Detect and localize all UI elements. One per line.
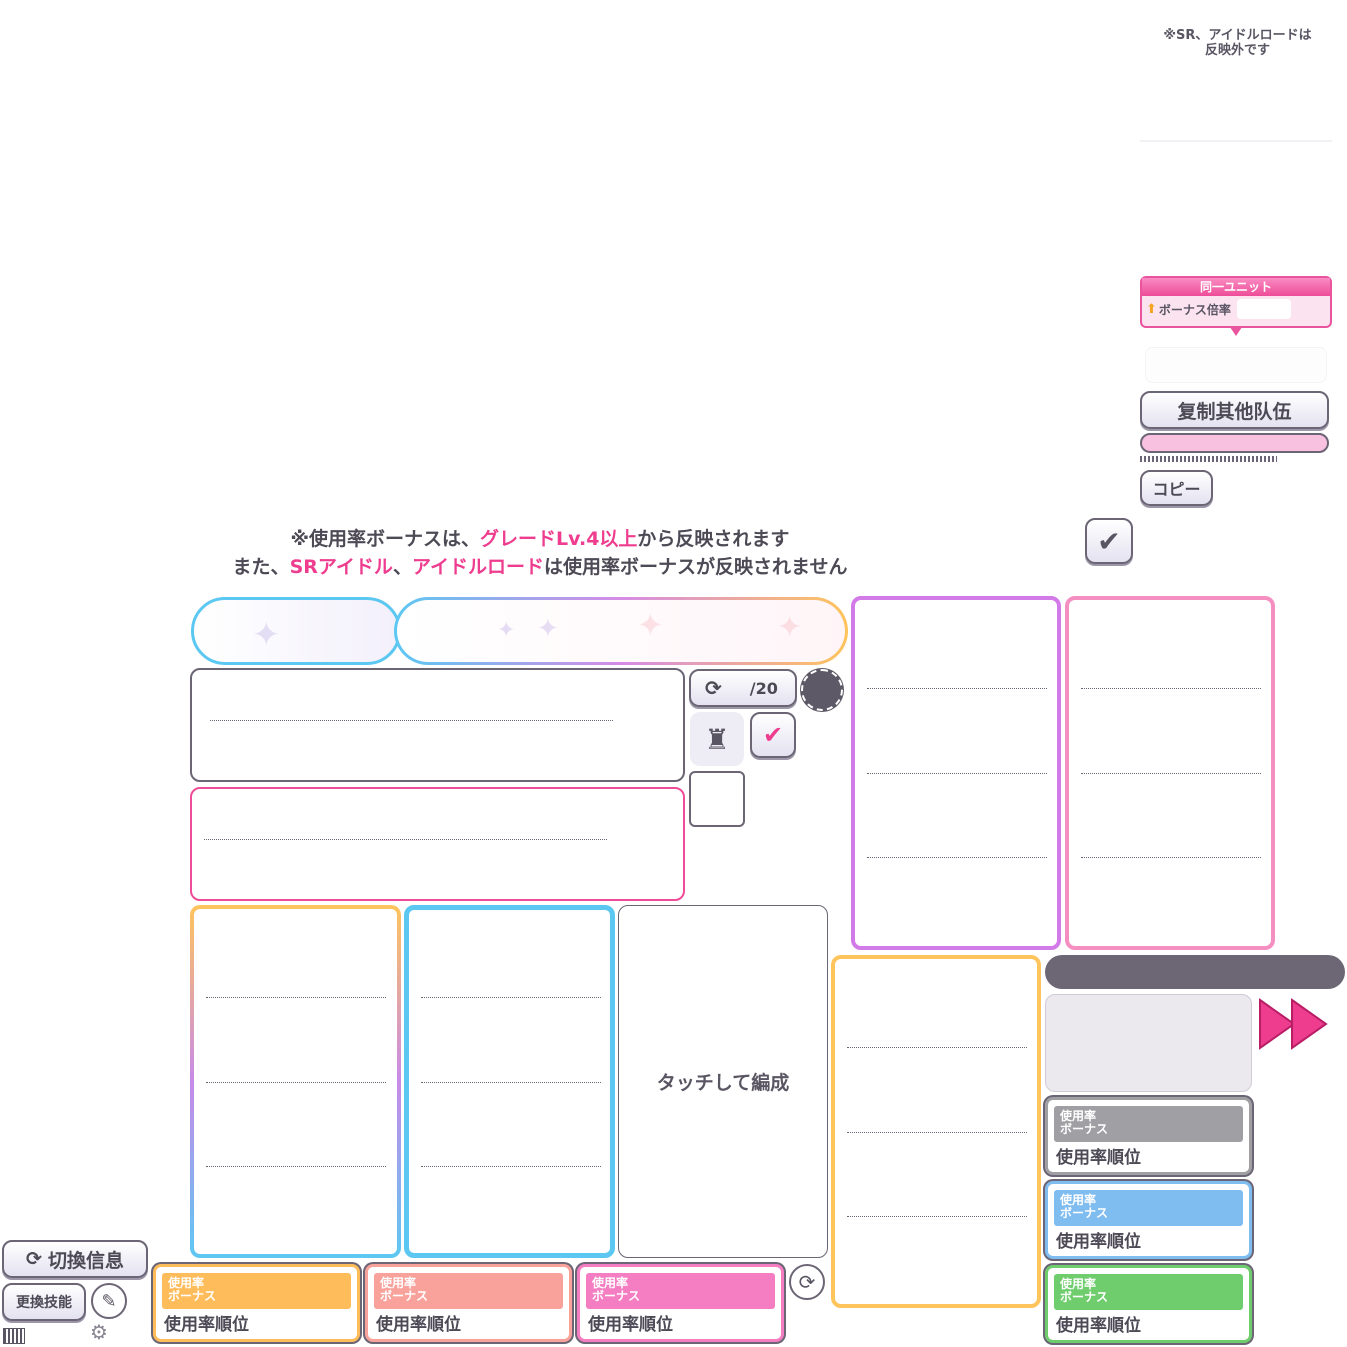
status-dot xyxy=(801,669,843,711)
rank-card-head: 使用率 ボーナス xyxy=(1054,1190,1243,1226)
empty-checkbox[interactable] xyxy=(689,771,745,827)
notice-highlight: アイドルロード xyxy=(411,556,545,578)
empty-slot-label: タッチして編成 xyxy=(656,1072,790,1094)
top-note: ※SR、アイドルロードは 反映外です xyxy=(1140,28,1335,58)
top-note-line2: 反映外です xyxy=(1204,43,1270,58)
tall-panel-purple xyxy=(851,596,1061,950)
member-slot-empty[interactable]: タッチして編成 xyxy=(618,905,828,1258)
copy-button[interactable]: コピー xyxy=(1140,470,1213,506)
sparkle-icon: ✦ xyxy=(777,610,803,645)
switch-info-button[interactable]: ⟳ 切換信息 xyxy=(2,1240,148,1278)
arrow-up-icon: ⬆ xyxy=(1146,301,1157,317)
refresh-icon: ⟳ xyxy=(705,676,722,700)
dark-bar xyxy=(1045,955,1345,989)
sparkle-icon: ✦ xyxy=(637,606,664,644)
settings-icon: ⚙ xyxy=(90,1320,108,1344)
notice-text: また、 xyxy=(232,556,290,578)
member-slot-orange[interactable] xyxy=(831,955,1041,1308)
rank-card-salmon: 使用率 ボーナス 使用率順位 xyxy=(365,1264,572,1342)
member-slot-1[interactable] xyxy=(190,905,401,1258)
counter-value: /20 xyxy=(749,678,778,698)
costume-icon[interactable]: ♜ xyxy=(690,712,744,766)
unit-bonus-box: 同一ユニット ⬆ ボーナス倍率 xyxy=(1140,276,1332,328)
rank-card-pink: 使用率 ボーナス 使用率順位 xyxy=(577,1264,784,1342)
notice-text: 、 xyxy=(392,556,412,578)
rank-card-blue: 使用率 ボーナス 使用率順位 xyxy=(1045,1181,1252,1259)
check-icon: ✔ xyxy=(1097,524,1121,558)
unit-bonus-title: 同一ユニット xyxy=(1142,278,1330,296)
rank-card-orange: 使用率 ボーナス 使用率順位 xyxy=(153,1264,360,1342)
notice-highlight: グレードLv.4以上 xyxy=(480,528,638,550)
unit-bonus-value xyxy=(1236,299,1291,319)
small-refresh-button[interactable]: ⟳ xyxy=(789,1264,825,1300)
check-icon: ✔ xyxy=(762,721,784,749)
notice-text: ※使用率ボーナスは、 xyxy=(290,528,481,550)
info-panel-pink xyxy=(190,787,685,901)
notice-text: は使用率ボーナスが反映されません xyxy=(544,556,848,578)
dotted-bar xyxy=(1140,456,1277,462)
refresh-icon: ⟳ xyxy=(26,1248,42,1270)
change-skill-button[interactable]: 更換技能 xyxy=(2,1283,86,1321)
callout-tail xyxy=(1230,327,1242,336)
rank-card-head: 使用率 ボーナス xyxy=(1054,1106,1243,1142)
switch-info-label: 切換信息 xyxy=(47,1249,124,1272)
change-skill-label: 更換技能 xyxy=(16,1295,72,1311)
rank-card-head: 使用率 ボーナス xyxy=(374,1273,563,1309)
name-capsule-right: ✦ ✦ ✦ ✦ xyxy=(394,597,848,665)
rank-card-label: 使用率順位 xyxy=(164,1315,249,1335)
film-icon xyxy=(3,1328,25,1344)
sparkle-icon: ✦ xyxy=(537,614,559,644)
refresh-counter-button[interactable]: ⟳ /20 xyxy=(689,669,797,707)
rank-card-label: 使用率順位 xyxy=(1056,1316,1141,1336)
rank-card-gray: 使用率 ボーナス 使用率順位 xyxy=(1045,1097,1252,1175)
pink-bar xyxy=(1140,433,1329,453)
name-capsule-left xyxy=(191,597,401,665)
member-slot-2[interactable] xyxy=(404,905,615,1258)
copy-label: コピー xyxy=(1152,480,1201,499)
rank-card-head: 使用率 ボーナス xyxy=(1054,1274,1243,1310)
rank-card-head: 使用率 ボーナス xyxy=(162,1273,351,1309)
tall-panel-pink xyxy=(1065,596,1275,950)
copy-other-team-label: 复制其他队伍 xyxy=(1177,400,1292,423)
top-note-line1: ※SR、アイドルロードは xyxy=(1163,28,1312,43)
rank-card-green: 使用率 ボーナス 使用率順位 xyxy=(1045,1265,1252,1343)
notice-text: から反映されます xyxy=(637,528,790,550)
bonus-notice: ※使用率ボーナスは、グレードLv.4以上から反映されます また、SRアイドル、ア… xyxy=(190,525,890,581)
blank-field xyxy=(1145,347,1327,383)
rank-card-label: 使用率順位 xyxy=(376,1315,461,1335)
rank-card-label: 使用率順位 xyxy=(1056,1232,1141,1252)
confirm-checkbox[interactable]: ✔ xyxy=(1085,518,1133,564)
edit-pen-button[interactable]: ✎ xyxy=(91,1283,127,1319)
rank-card-label: 使用率順位 xyxy=(1056,1148,1141,1168)
copy-other-team-button[interactable]: 复制其他队伍 xyxy=(1140,391,1329,429)
sparkle-icon: ✦ xyxy=(252,615,281,655)
rank-card-label: 使用率順位 xyxy=(588,1315,673,1335)
divider xyxy=(1140,140,1332,142)
pink-check-toggle[interactable]: ✔ xyxy=(750,712,796,758)
sparkle-icon: ✦ xyxy=(497,618,516,643)
gray-box xyxy=(1045,994,1252,1092)
rank-card-head: 使用率 ボーナス xyxy=(586,1273,775,1309)
unit-bonus-label: ボーナス倍率 xyxy=(1158,302,1231,317)
fast-forward-icon[interactable] xyxy=(1258,998,1328,1050)
info-panel-gray xyxy=(190,668,685,782)
notice-highlight: SRアイドル xyxy=(289,556,393,578)
